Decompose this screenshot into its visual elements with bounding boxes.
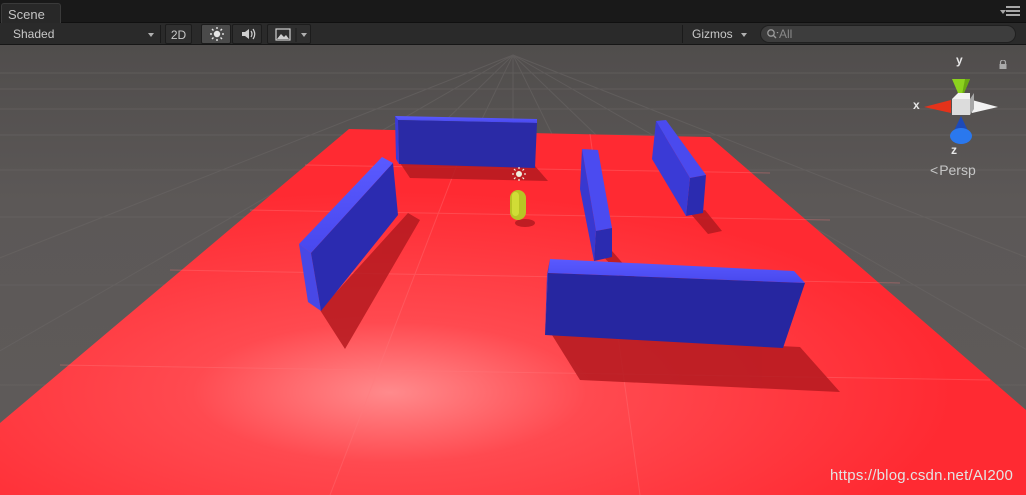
lighting-toggle-button[interactable] <box>201 24 231 44</box>
tab-scene[interactable]: Scene <box>1 3 61 23</box>
tab-strip: Scene <box>0 0 1026 23</box>
watermark-text: https://blog.csdn.net/AI200 <box>830 467 1014 484</box>
projection-toggle[interactable]: <Persp <box>930 162 976 178</box>
tab-scene-label: Scene <box>8 7 45 22</box>
audio-toggle-button[interactable] <box>232 24 262 44</box>
wall-top-center <box>395 116 537 168</box>
chevron-left-icon: < <box>930 162 939 178</box>
axis-z-label: z <box>951 143 957 157</box>
axis-x-label: x <box>913 98 920 112</box>
toggle-2d-label: 2D <box>170 28 187 42</box>
menu-icon[interactable] <box>1000 6 1020 18</box>
projection-label: Persp <box>939 162 976 178</box>
scene-viewport[interactable]: y x z <Persp https://blog.csdn.net/AI200 <box>0 45 1026 495</box>
lock-icon[interactable] <box>998 60 1008 70</box>
shading-mode-dropdown[interactable]: Shaded <box>6 25 158 43</box>
search-field[interactable] <box>760 25 1016 43</box>
axis-y-label: y <box>956 53 963 67</box>
gizmos-dropdown[interactable]: Gizmos <box>686 25 752 43</box>
chevron-down-icon <box>148 33 154 37</box>
chevron-down-icon <box>741 33 747 37</box>
player-capsule <box>510 190 526 220</box>
chevron-down-icon <box>301 33 307 37</box>
scene-render <box>0 45 1026 495</box>
speaker-icon <box>242 28 256 40</box>
shading-mode-value: Shaded <box>13 27 55 41</box>
effects-dropdown-button[interactable] <box>267 24 311 44</box>
scene-toolbar: Shaded 2D Gizmos <box>0 23 1026 45</box>
gizmos-label: Gizmos <box>692 27 733 41</box>
search-input[interactable] <box>779 27 1009 41</box>
toggle-2d-button[interactable]: 2D <box>165 24 192 44</box>
wall-bottom-right <box>545 259 805 348</box>
sun-icon <box>210 27 224 41</box>
